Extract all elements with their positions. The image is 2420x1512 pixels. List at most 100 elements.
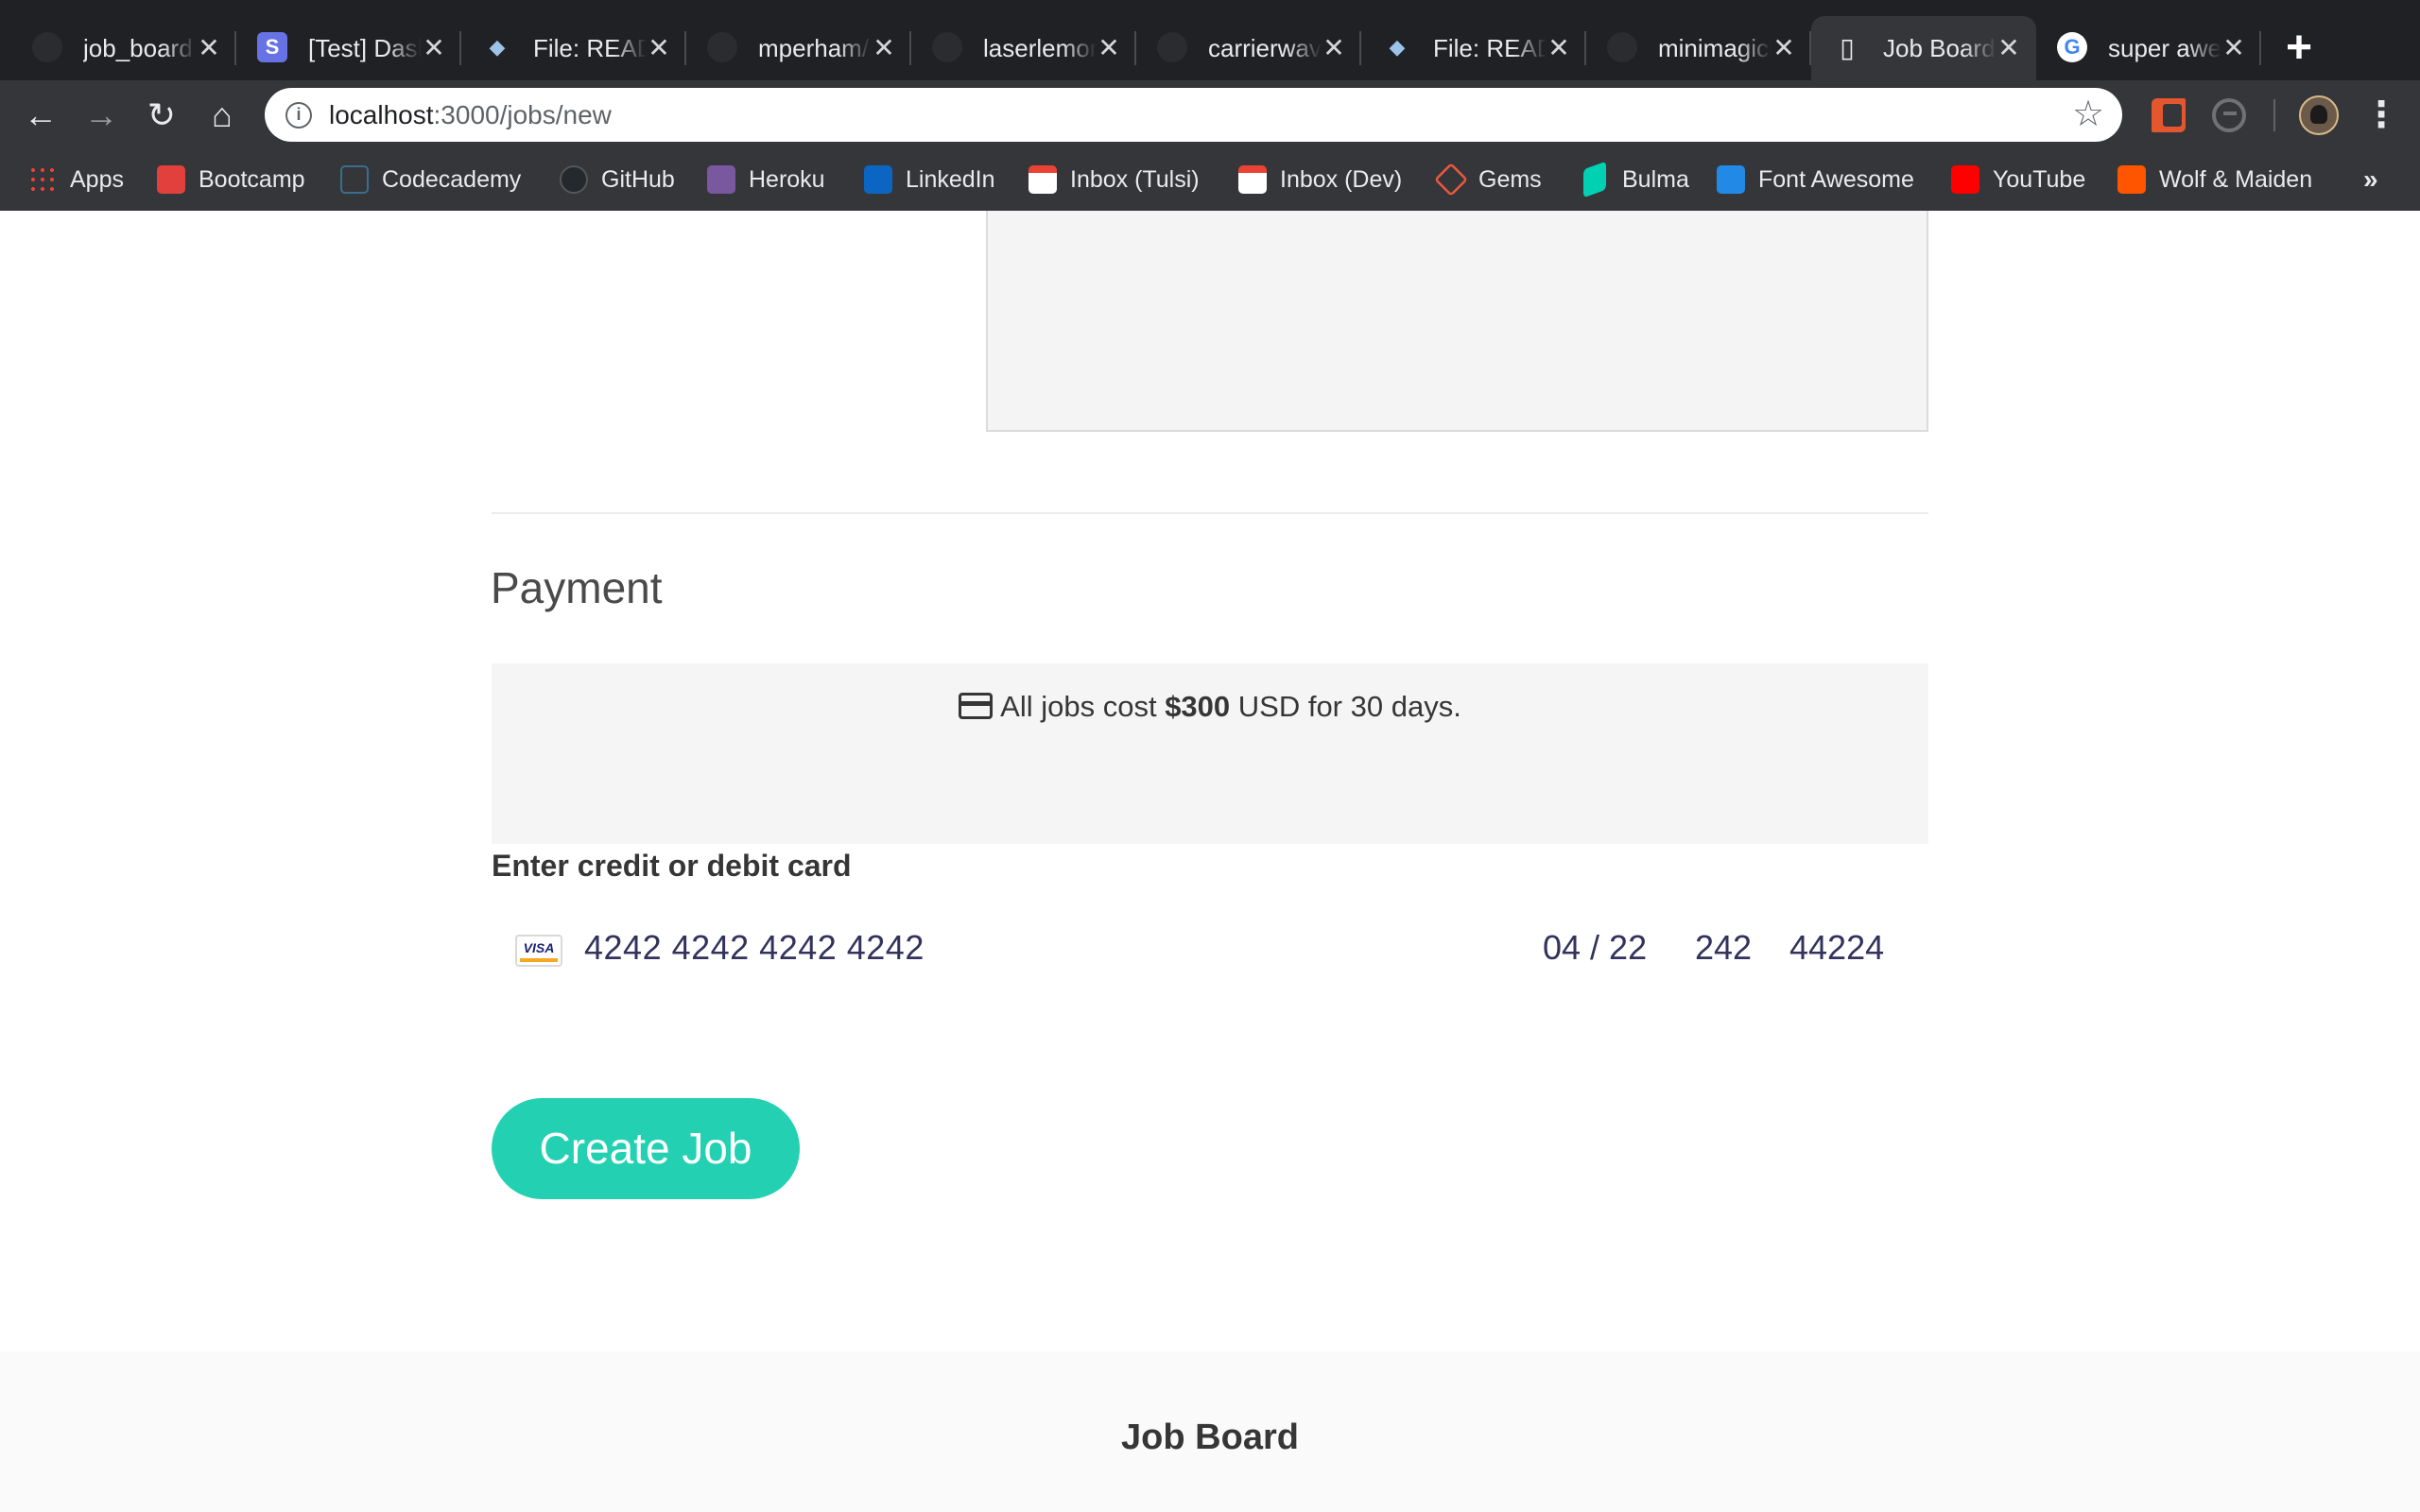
- credit-card-icon: [959, 693, 994, 719]
- tab-title: super awesome: [2108, 34, 2221, 62]
- bookmark-label: Font Awesome: [1758, 165, 1914, 193]
- bookmarks-bar: Apps Bootcamp Codecademy GitHub Heroku Linked…: [0, 149, 2420, 211]
- url-path: :3000/jobs/new: [433, 100, 612, 129]
- footer-brand: Job Board: [1121, 1418, 1299, 1457]
- payment-heading: Payment: [491, 563, 663, 612]
- tab-close-icon[interactable]: ✕: [1095, 34, 1123, 62]
- bookmark-label: Inbox (Dev): [1280, 165, 1403, 193]
- tab-close-icon[interactable]: ✕: [1320, 34, 1348, 62]
- bookmark-item[interactable]: Apps: [28, 163, 124, 197]
- bookmark-label: Heroku: [749, 165, 825, 193]
- bookmark-label: Bulma: [1622, 165, 1689, 193]
- heroku-icon: [707, 165, 735, 194]
- browser-toolbar: ← → ↻ ⌂ i localhost:3000/jobs/new ☆ ⋮: [0, 80, 2420, 149]
- tab-close-icon[interactable]: ✕: [1545, 34, 1573, 62]
- bookmark-label: Apps: [70, 165, 124, 193]
- card-number-input[interactable]: 4242 4242 4242 4242: [584, 928, 925, 968]
- browser-tab[interactable]: job_board ✕: [11, 16, 236, 80]
- card-element[interactable]: VISA 4242 4242 4242 4242 04 / 22 242 442…: [492, 915, 1928, 981]
- address-bar[interactable]: i localhost:3000/jobs/new ☆: [265, 88, 2122, 142]
- tab-title: Job Board: [1883, 34, 1996, 62]
- url-text[interactable]: localhost:3000/jobs/new: [329, 99, 612, 131]
- bookmark-item[interactable]: Bootcamp: [157, 163, 305, 197]
- new-tab-button[interactable]: +: [2275, 25, 2323, 72]
- tab-title: [Test] Dashboard: [308, 34, 422, 62]
- bookmark-label: Codecademy: [382, 165, 522, 193]
- tab-close-icon[interactable]: ✕: [195, 34, 223, 62]
- bookmark-item[interactable]: LinkedIn: [864, 163, 995, 197]
- browser-tab[interactable]: ▯ Job Board ✕: [1811, 16, 2036, 80]
- card-expiry-input[interactable]: 04 / 22: [1543, 928, 1647, 968]
- github-icon: [560, 165, 588, 194]
- bookmark-item[interactable]: Inbox (Tulsi): [1028, 163, 1200, 197]
- bookmark-item[interactable]: YouTube: [1951, 163, 2085, 197]
- reload-icon: ↻: [147, 95, 177, 134]
- bookmark-label: YouTube: [1993, 165, 2086, 193]
- sync-extension-icon[interactable]: [2212, 98, 2246, 132]
- visa-card-icon: VISA: [515, 935, 562, 967]
- arrow-right-icon: →: [84, 95, 118, 134]
- profile-avatar[interactable]: [2299, 95, 2339, 135]
- browser-tab[interactable]: mperham/sidekiq✕: [686, 16, 911, 80]
- bookmark-item[interactable]: Heroku: [707, 163, 825, 197]
- rubydoc-icon: ◆: [1389, 35, 1406, 59]
- font-awesome-icon: [1717, 165, 1745, 194]
- section-divider: [492, 512, 1928, 514]
- bookmark-item[interactable]: Bulma: [1581, 161, 1689, 198]
- browser-tab[interactable]: ◆ File: README✕: [461, 16, 686, 80]
- bookmark-item[interactable]: Font Awesome: [1717, 163, 1914, 197]
- create-job-button[interactable]: Create Job: [492, 1098, 800, 1199]
- bookmark-item[interactable]: Inbox (Dev): [1238, 163, 1402, 197]
- url-host: localhost: [329, 100, 434, 129]
- tab-close-icon[interactable]: ✕: [1995, 34, 2023, 62]
- bookmark-label: Inbox (Tulsi): [1070, 165, 1200, 193]
- github-icon: [707, 32, 737, 62]
- bookmark-item[interactable]: Gems: [1433, 162, 1542, 198]
- site-info-icon[interactable]: i: [285, 102, 312, 129]
- bookmark-star-icon[interactable]: ☆: [2069, 95, 2107, 133]
- bookmark-label: LinkedIn: [906, 165, 995, 193]
- bookmarks-overflow-button[interactable]: »: [2363, 163, 2378, 197]
- bootcamp-icon: [157, 165, 185, 194]
- bookmark-label: Bootcamp: [199, 165, 305, 193]
- bookmark-item[interactable]: Codecademy: [340, 163, 521, 197]
- tab-title: job_board: [83, 34, 193, 62]
- browser-tab[interactable]: ◆ File: README✕: [1361, 16, 1586, 80]
- bookmark-item[interactable]: Wolf & Maiden: [2118, 163, 2312, 197]
- pricing-prefix: All jobs cost: [1000, 690, 1166, 723]
- browser-tab[interactable]: Gsuper awesome✕: [2036, 16, 2261, 80]
- card-zip-input[interactable]: 44224: [1789, 928, 1884, 968]
- card-cvc-input[interactable]: 242: [1695, 928, 1752, 968]
- bulma-icon: [1583, 161, 1606, 198]
- page-footer: Job Board: [0, 1351, 2420, 1512]
- browser-tab[interactable]: minimagick ✕: [1586, 16, 1811, 80]
- tab-title: File: README: [1433, 34, 1547, 62]
- gmail-icon: [1028, 165, 1057, 194]
- browser-menu-icon[interactable]: ⋮: [2363, 94, 2399, 137]
- tab-close-icon[interactable]: ✕: [2220, 34, 2248, 62]
- github-icon: [1607, 32, 1637, 62]
- tab-close-icon[interactable]: ✕: [645, 34, 673, 62]
- tab-title: minimagick: [1658, 34, 1772, 62]
- back-button[interactable]: ←: [19, 94, 62, 137]
- gmail-icon: [1238, 165, 1267, 194]
- tab-title: mperham/sidekiq: [758, 34, 872, 62]
- description-textarea[interactable]: [986, 211, 1928, 432]
- office-extension-icon[interactable]: [2152, 98, 2186, 132]
- home-button[interactable]: ⌂: [200, 94, 244, 137]
- github-icon: [32, 32, 62, 62]
- bookmark-label: GitHub: [601, 165, 675, 193]
- tab-close-icon[interactable]: ✕: [1770, 34, 1798, 62]
- forward-button[interactable]: →: [79, 94, 123, 137]
- tab-title: carrierwaveuploader: [1208, 34, 1322, 62]
- bookmark-item[interactable]: GitHub: [560, 163, 675, 197]
- youtube-icon: [1951, 165, 1979, 194]
- browser-tab[interactable]: S [Test] Dashboard✕: [236, 16, 461, 80]
- reload-button[interactable]: ↻: [140, 94, 183, 137]
- soundcloud-icon: [2118, 165, 2146, 194]
- browser-tab[interactable]: laserlemon/figaro✕: [911, 16, 1136, 80]
- tab-close-icon[interactable]: ✕: [870, 34, 898, 62]
- browser-tab[interactable]: carrierwaveuploader✕: [1136, 16, 1361, 80]
- pricing-suffix: USD for 30 days.: [1230, 690, 1461, 723]
- tab-close-icon[interactable]: ✕: [420, 34, 448, 62]
